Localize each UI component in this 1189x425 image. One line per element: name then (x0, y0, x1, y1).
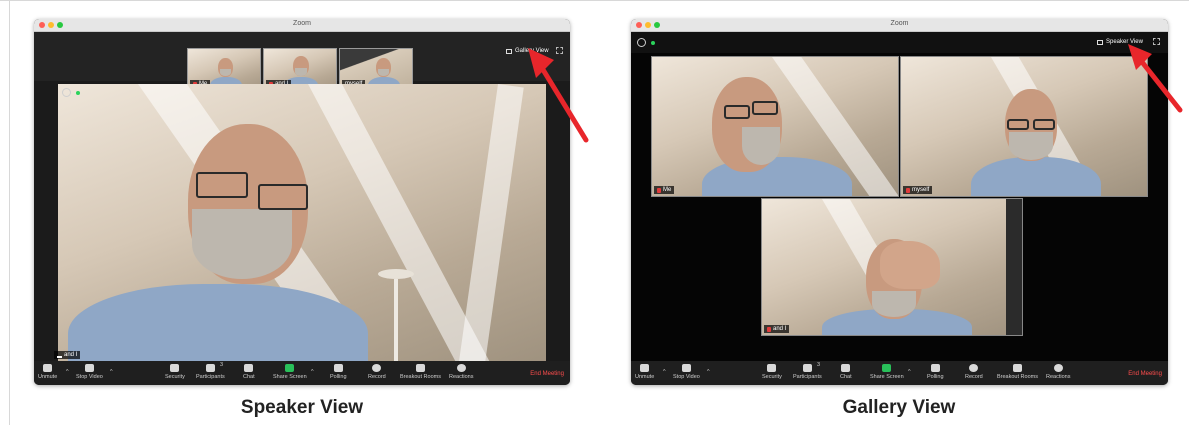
tile-name: myself (912, 187, 930, 193)
reactions-button[interactable]: Reactions (449, 364, 473, 380)
participants-icon (205, 364, 215, 372)
meeting-info-icon[interactable] (637, 38, 646, 47)
share-screen-icon (882, 364, 892, 372)
speaker-view-caption: Speaker View (240, 397, 364, 418)
participants-count: 3 (817, 362, 821, 368)
tile-name: and I (773, 326, 787, 332)
speaker-name-tag: and I (54, 351, 81, 359)
video-options-caret[interactable]: ^ (110, 369, 113, 375)
speaker-shirt (68, 284, 368, 362)
end-meeting-button[interactable]: End Meeting (1128, 371, 1162, 377)
gallery-tile-myself[interactable]: myself (900, 56, 1148, 197)
tile-name: Me (663, 187, 672, 193)
meeting-info-icon[interactable] (62, 88, 71, 97)
breakout-rooms-button[interactable]: Breakout Rooms (997, 364, 1038, 380)
smiley-icon (1053, 364, 1063, 372)
grid-icon (1012, 364, 1022, 372)
video-options-caret[interactable]: ^ (707, 369, 710, 375)
meeting-toolbar: Unmute ^ Stop Video ^ Security Participa… (34, 361, 570, 385)
chat-bubble-icon (244, 364, 254, 372)
window-title: Zoom (890, 20, 909, 27)
grid-icon (415, 364, 425, 372)
audio-options-caret[interactable]: ^ (663, 369, 666, 375)
video-camera-icon (84, 364, 94, 372)
signal-icon (57, 352, 62, 358)
speaker-glasses (196, 172, 248, 198)
bar-chart-icon (930, 364, 940, 372)
end-meeting-button[interactable]: End Meeting (530, 371, 564, 377)
meeting-toolbar: Unmute ^ Stop Video ^ Security Participa… (631, 361, 1168, 385)
gallery-tile-and-i[interactable]: and I (761, 198, 1023, 336)
share-options-caret[interactable]: ^ (908, 369, 911, 375)
record-button[interactable]: Record (965, 364, 983, 380)
speaker-view-window: Zoom Me and I myself (34, 19, 570, 385)
breakout-rooms-button[interactable]: Breakout Rooms (400, 364, 441, 380)
smiley-icon (456, 364, 466, 372)
security-button[interactable]: Security (165, 364, 185, 380)
gallery-view-window: Zoom Speaker View Me myself and I Unmute… (631, 19, 1168, 385)
share-screen-icon (285, 364, 295, 372)
record-icon (372, 364, 382, 372)
frame-top-line (0, 0, 1189, 1)
gallery-grid-icon (506, 48, 512, 54)
speaker-name: and I (64, 352, 78, 358)
reactions-button[interactable]: Reactions (1046, 364, 1070, 380)
record-icon (969, 364, 979, 372)
participants-count: 3 (220, 362, 224, 368)
muted-icon (906, 187, 910, 193)
stop-video-button[interactable]: Stop Video (673, 364, 700, 380)
security-button[interactable]: Security (762, 364, 782, 380)
record-button[interactable]: Record (368, 364, 386, 380)
bar-chart-icon (333, 364, 343, 372)
speaker-glasses-right (258, 184, 308, 210)
microphone-muted-icon (640, 364, 650, 372)
encryption-icon (651, 41, 655, 45)
share-screen-button[interactable]: Share Screen (870, 364, 904, 380)
speaker-beard (192, 209, 292, 279)
encryption-icon (76, 91, 80, 95)
frame-left-line (9, 0, 10, 425)
polling-button[interactable]: Polling (330, 364, 347, 380)
window-titlebar: Zoom (631, 19, 1168, 32)
polling-button[interactable]: Polling (927, 364, 944, 380)
main-video (58, 84, 546, 362)
participants-icon (802, 364, 812, 372)
hand (880, 241, 940, 289)
ceiling-lamp (378, 269, 414, 279)
gallery-tile-me[interactable]: Me (651, 56, 899, 197)
unmute-button[interactable]: Unmute (38, 364, 57, 380)
gallery-view-caption: Gallery View (842, 397, 956, 418)
window-titlebar: Zoom (34, 19, 570, 32)
chat-button[interactable]: Chat (243, 364, 255, 380)
audio-options-caret[interactable]: ^ (66, 369, 69, 375)
shield-icon (170, 364, 180, 372)
share-screen-button[interactable]: Share Screen (273, 364, 307, 380)
chat-bubble-icon (841, 364, 851, 372)
stop-video-button[interactable]: Stop Video (76, 364, 103, 380)
share-options-caret[interactable]: ^ (311, 369, 314, 375)
window-title: Zoom (293, 20, 311, 27)
chat-button[interactable]: Chat (840, 364, 852, 380)
unmute-button[interactable]: Unmute (635, 364, 654, 380)
red-arrow-icon (528, 48, 589, 143)
top-bar: Me and I myself Gallery View (34, 32, 570, 91)
speaker-view-icon (1097, 39, 1103, 45)
video-camera-icon (681, 364, 691, 372)
microphone-muted-icon (43, 364, 53, 372)
muted-icon (767, 326, 771, 332)
shield-icon (767, 364, 777, 372)
red-arrow-icon (1128, 44, 1183, 113)
muted-icon (657, 187, 661, 193)
